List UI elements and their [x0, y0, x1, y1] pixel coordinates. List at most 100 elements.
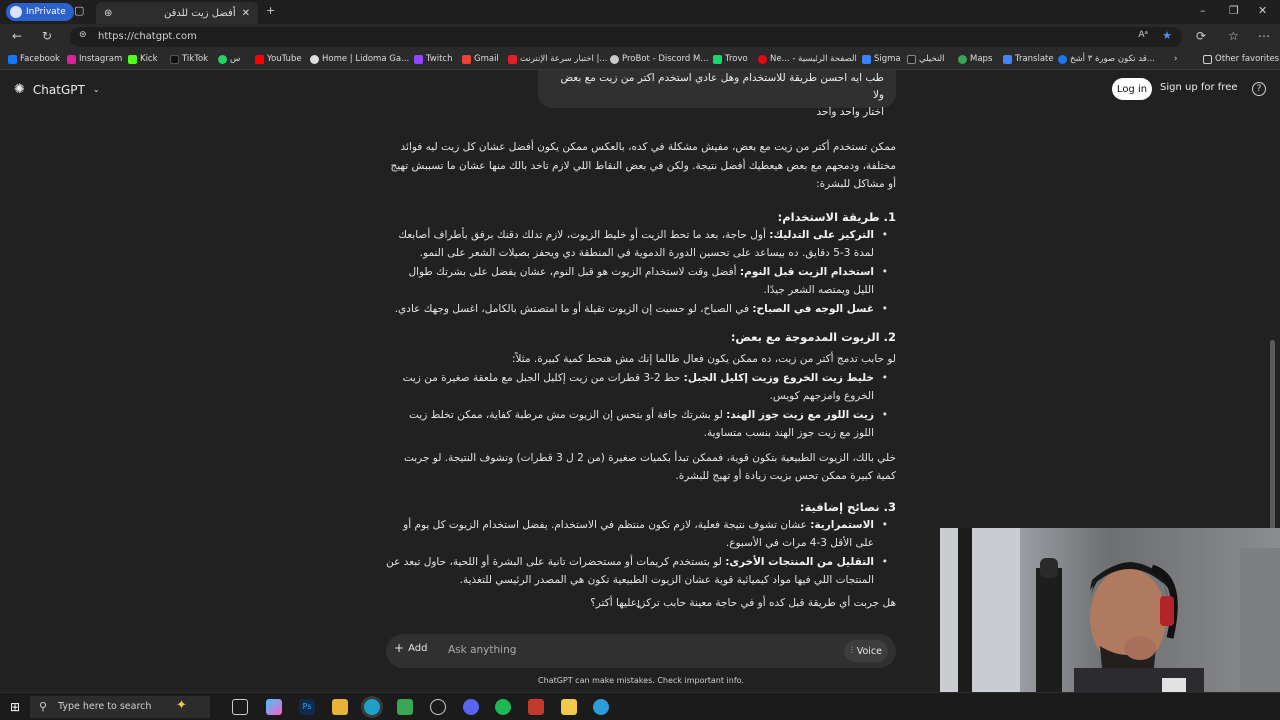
tiktok-icon [170, 54, 179, 64]
photoshop-icon[interactable]: Ps [299, 699, 315, 715]
bookmark-probot[interactable]: ProBot - Discord M... [610, 54, 708, 64]
section-heading: 3. نصائح إضافية: [799, 499, 896, 514]
favorite-star-icon[interactable]: ★ [1162, 29, 1172, 42]
lidoma-icon [310, 54, 319, 64]
netflix-icon [758, 54, 767, 64]
bookmark-facebook[interactable]: Facebook [8, 54, 60, 64]
chat-app-icon[interactable] [593, 699, 609, 715]
menu-icon[interactable]: ⋯ [1258, 29, 1270, 43]
signup-button[interactable]: Sign up for free [1160, 82, 1238, 93]
kick-icon [128, 54, 137, 64]
task-view-icon[interactable] [232, 699, 248, 715]
voice-button[interactable]: ⫶ Voice [844, 640, 888, 662]
read-aloud-icon[interactable]: Aᵃ [1138, 30, 1148, 40]
chart-app-icon[interactable] [528, 699, 544, 715]
bookmark-netflix[interactable]: Ne... - الصفحة الرئيسية [758, 54, 857, 64]
assistant-message: ممكن تستخدم أكتر من زيت مع بعض، مفيش مشك… [386, 138, 896, 612]
favorites-icon[interactable]: ☆ [1228, 29, 1239, 43]
user-message-line: اختار واحد واحد [816, 106, 884, 118]
bookmark-speedtest[interactable]: اختبار سرعة الإنترنت |... [508, 54, 608, 64]
message-input[interactable]: Ask anything [448, 644, 516, 656]
bookmark-twitch[interactable]: Twitch [414, 54, 453, 64]
bookmark-nakhili[interactable]: النخيلي [907, 54, 944, 64]
user-message-bubble: طب ايه احسن طريقة للاستخدام وهل عادي است… [538, 70, 896, 118]
store-icon[interactable] [397, 699, 413, 715]
chatgpt-app-icon[interactable] [430, 699, 446, 715]
bookmark-facebook-photo[interactable]: قد تكون صورة ٣ أشخ... [1058, 54, 1155, 64]
login-button[interactable]: Log in [1112, 78, 1152, 100]
brand-name: ChatGPT [32, 82, 85, 97]
file-explorer-icon[interactable] [332, 699, 348, 715]
maps-pin-icon [958, 54, 967, 64]
section-heading: 1. طريقة الاستخدام: [777, 209, 896, 224]
taskbar-search[interactable]: ⚲ Type here to search ✦ [30, 696, 210, 718]
list-item: التركيز على التدليك: أول حاجة، بعد ما تح… [386, 226, 888, 263]
instagram-icon [67, 54, 76, 64]
bookmark-maps[interactable]: Maps [958, 54, 992, 64]
tab-actions-icon[interactable]: ▢ [74, 4, 84, 17]
bookmarks-bar: Facebook Instagram Kick TikTok س YouTube… [0, 50, 1280, 70]
browser-tab[interactable]: ⊛ أفضل زيت للدقن ✕ [96, 2, 258, 24]
list-item: غسل الوجه في الصباح: في الصباح، لو حسيت … [386, 300, 888, 319]
section-note: خلي بالك، الزيوت الطبيعية بتكون قوية، فم… [403, 451, 896, 483]
discord-icon[interactable] [463, 699, 479, 715]
edge-icon[interactable] [364, 699, 380, 715]
answer-intro: ممكن تستخدم أكتر من زيت مع بعض، مفيش مشك… [390, 141, 896, 190]
list-item: زيت اللوز مع زيت جوز الهند: لو بشرتك جاف… [386, 406, 888, 443]
bullet-list: التركيز على التدليك: أول حاجة، بعد ما تح… [386, 226, 896, 319]
bookmark-tiktok[interactable]: TikTok [170, 54, 208, 64]
section-intro: لو حابب تدمج أكتر من زيت، ده ممكن يكون ف… [511, 353, 896, 365]
tab-favicon-icon: ⊛ [104, 7, 113, 19]
spotify-icon[interactable] [495, 699, 511, 715]
disclaimer-text: ChatGPT can make mistakes. Check importa… [538, 676, 744, 685]
url-field[interactable]: ⊜ https://chatgpt.com Aᵃ ★ [70, 27, 1182, 47]
sparkle-icon: ✦ [176, 698, 187, 713]
list-item: التقليل من المنتجات الأخرى: لو بتستخدم ك… [386, 553, 888, 590]
waveform-icon: ⫶ [850, 646, 853, 656]
search-icon: ⚲ [39, 700, 48, 713]
plus-icon: + [394, 641, 405, 655]
minimize-icon[interactable]: – [1200, 4, 1206, 17]
add-button[interactable]: + Add [394, 641, 427, 655]
close-window-icon[interactable]: ✕ [1258, 4, 1267, 17]
back-icon[interactable]: ← [12, 29, 22, 43]
tab-title: أفضل زيت للدقن [164, 7, 236, 19]
maximize-icon[interactable]: ❐ [1229, 4, 1239, 17]
extensions-icon[interactable]: ⟳ [1196, 29, 1206, 43]
help-icon[interactable]: ? [1252, 82, 1266, 96]
bookmark-lidoma[interactable]: Home | Lidoma Ga... [310, 54, 409, 64]
bookmark-trovo[interactable]: Trovo [713, 54, 748, 64]
bookmark-gmail[interactable]: Gmail [462, 54, 499, 64]
nakhili-icon [907, 54, 916, 64]
copilot-icon[interactable] [266, 699, 282, 715]
site-info-icon[interactable]: ⊜ [79, 30, 87, 40]
voice-label: Voice [856, 645, 882, 657]
folder-icon [1203, 54, 1212, 64]
user-message-line: طب ايه احسن طريقة للاستخدام وهل عادي است… [560, 72, 884, 101]
bookmark-youtube[interactable]: YouTube [255, 54, 302, 64]
bookmark-instagram[interactable]: Instagram [67, 54, 122, 64]
new-tab-icon[interactable]: + [266, 4, 275, 17]
whatsapp-icon [218, 54, 227, 64]
bookmark-translate[interactable]: Translate [1003, 54, 1054, 64]
bookmark-kick[interactable]: Kick [128, 54, 158, 64]
webcam-overlay [940, 528, 1280, 692]
windows-start-icon[interactable]: ⊞ [10, 700, 20, 714]
bullet-list: الاستمرارية: عشان تشوف نتيجة فعلية، لازم… [386, 516, 896, 590]
bookmarks-overflow-icon[interactable]: › [1174, 54, 1177, 64]
scroll-down-arrow-icon[interactable]: ↓ [634, 598, 643, 611]
url-text: https://chatgpt.com [98, 31, 197, 42]
section-heading: 2. الزيوت المدموجة مع بعض: [730, 330, 896, 344]
bookmark-whatsapp[interactable]: س [218, 54, 240, 64]
refresh-icon[interactable]: ↻ [42, 29, 52, 43]
list-item: خليط زيت الخروع وزيت إكليل الجبل: حط 2-3… [386, 369, 888, 406]
notes-app-icon[interactable] [561, 699, 577, 715]
inprivate-badge[interactable]: InPrivate [6, 3, 74, 21]
speedtest-icon [508, 54, 517, 64]
bookmark-sigma[interactable]: Sigma [862, 54, 901, 64]
model-selector[interactable]: ✺ ChatGPT ⌄ [14, 82, 100, 97]
streamer-webcam-image [940, 528, 1280, 692]
tab-close-icon[interactable]: ✕ [242, 8, 250, 19]
other-favorites[interactable]: Other favorites [1203, 54, 1279, 64]
gmail-icon [462, 54, 471, 64]
